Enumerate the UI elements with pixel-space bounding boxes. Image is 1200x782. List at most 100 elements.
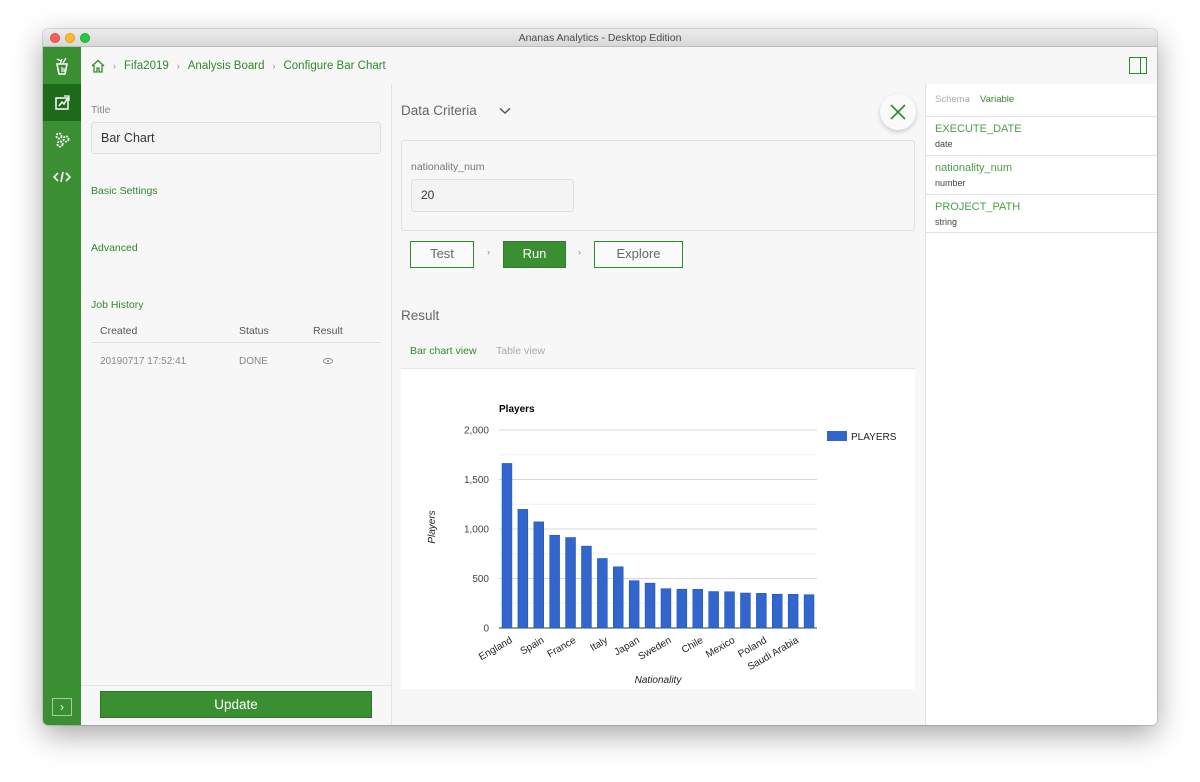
list-item[interactable]: EXECUTE_DATE date	[926, 116, 1157, 155]
bar	[772, 593, 783, 629]
update-button[interactable]: Update	[100, 691, 372, 718]
bar	[660, 588, 672, 629]
x-tick-label: Italy	[588, 635, 609, 654]
rail-item-code[interactable]	[43, 158, 81, 195]
variable-type: number	[935, 178, 966, 188]
y-tick-label: 1,000	[464, 525, 489, 536]
tab-variable[interactable]: Variable	[980, 94, 1014, 105]
y-tick-label: 1,500	[464, 475, 489, 486]
expand-rail-button[interactable]: ›	[52, 698, 72, 716]
breadcrumb-separator: ›	[113, 60, 116, 71]
variable-name: nationality_num	[935, 162, 1013, 174]
x-tick-label: Spain	[519, 635, 547, 657]
tab-bar-chart-view[interactable]: Bar chart view	[410, 345, 477, 357]
analysis-board-icon	[55, 94, 70, 110]
config-panel: Title Bar Chart Basic Settings Advanced …	[81, 84, 392, 725]
variable-type: date	[935, 139, 953, 149]
breadcrumb-current-page: Configure Bar Chart	[283, 59, 386, 72]
x-tick-label: Mexico	[704, 635, 737, 661]
bar	[597, 558, 608, 629]
y-tick-label: 500	[472, 574, 489, 585]
app-logo-icon	[56, 57, 68, 75]
variable-name: PROJECT_PATH	[935, 201, 1021, 213]
bar	[581, 545, 592, 629]
home-icon[interactable]	[91, 59, 105, 73]
app-window: Ananas Analytics - Desktop Edition › › F…	[43, 29, 1157, 725]
rail-item-home[interactable]	[43, 47, 81, 84]
x-tick-label: Sweden	[637, 635, 674, 663]
job-history-heading: Job History	[91, 299, 144, 311]
chart-title: Players	[499, 404, 535, 415]
settings-gears-icon	[55, 132, 70, 147]
y-tick-label: 2,000	[464, 426, 489, 437]
window-close-button[interactable]	[50, 33, 60, 43]
job-history-header: Created Status Result	[91, 319, 381, 343]
criteria-field-label: nationality_num	[411, 161, 485, 173]
x-tick-label: France	[546, 635, 579, 660]
toggle-side-panel-icon[interactable]	[1129, 57, 1147, 74]
variable-type: string	[935, 217, 958, 227]
window-minimize-button[interactable]	[65, 33, 75, 43]
window-title: Ananas Analytics - Desktop Edition	[518, 32, 682, 44]
job-status: DONE	[239, 356, 268, 367]
x-tick-label: Chile	[680, 635, 706, 656]
close-button[interactable]	[880, 94, 916, 130]
list-item[interactable]: PROJECT_PATH string	[926, 194, 1157, 233]
bar	[613, 566, 624, 629]
tab-table-view[interactable]: Table view	[496, 345, 545, 357]
run-button[interactable]: Run	[503, 241, 566, 268]
bar	[517, 509, 529, 629]
y-tick-label: 0	[483, 624, 489, 635]
bar	[549, 534, 560, 629]
bar-chart: Players 0 500 1,000 1,500 2,000 England Spain…	[427, 404, 897, 686]
column-status: Status	[239, 324, 269, 337]
column-created: Created	[100, 324, 138, 337]
test-button[interactable]: Test	[410, 241, 474, 268]
breadcrumb-separator: ›	[176, 60, 180, 71]
basic-settings-link[interactable]: Basic Settings	[91, 185, 158, 197]
list-item[interactable]: nationality_num number	[926, 155, 1157, 194]
nav-rail: ›	[43, 47, 81, 725]
chevron-down-icon[interactable]	[499, 107, 511, 115]
breadcrumb-separator: ›	[272, 60, 276, 71]
y-axis-label: Players	[427, 510, 438, 543]
bar	[501, 463, 513, 629]
legend-label: PLAYERS	[851, 432, 897, 443]
table-row: 20190717 17:52:41 DONE	[91, 343, 381, 380]
explore-button[interactable]: Explore	[594, 241, 683, 268]
title-label: Title	[91, 104, 111, 116]
eye-icon[interactable]	[323, 358, 333, 364]
code-icon	[53, 171, 71, 182]
bar	[644, 582, 656, 629]
step-separator: ›	[578, 247, 581, 257]
nationality-num-input[interactable]: 20	[411, 179, 574, 212]
data-criteria-title[interactable]: Data Criteria	[401, 103, 477, 118]
rail-item-analysis-board[interactable]	[43, 84, 81, 121]
bar	[628, 580, 640, 629]
chart-container: Players 0 500 1,000 1,500 2,000 England Spain…	[401, 368, 915, 689]
main-panel: Data Criteria nationality_num 20 Test › …	[393, 84, 925, 725]
result-title: Result	[401, 308, 440, 323]
bar	[724, 591, 735, 629]
variable-name: EXECUTE_DATE	[935, 123, 1022, 135]
rail-item-settings[interactable]	[43, 121, 81, 158]
tab-schema[interactable]: Schema	[935, 94, 970, 105]
breadcrumb-analysis-board[interactable]: Analysis Board	[188, 60, 265, 72]
breadcrumb-project[interactable]: Fifa2019	[124, 60, 169, 72]
bar	[692, 588, 703, 629]
job-history-table: Created Status Result 20190717 17:52:41 …	[91, 319, 381, 380]
advanced-link[interactable]: Advanced	[91, 242, 138, 254]
bar	[756, 593, 767, 629]
x-tick-label: England	[477, 635, 514, 663]
bar	[740, 592, 751, 629]
bar	[787, 594, 799, 629]
variables-panel: Schema Variable EXECUTE_DATE date nation…	[925, 84, 1157, 725]
window-maximize-button[interactable]	[80, 33, 90, 43]
title-bar: Ananas Analytics - Desktop Edition	[43, 29, 1157, 47]
x-axis-label: Nationality	[635, 675, 683, 686]
breadcrumb: › Fifa2019 › Analysis Board › Configure …	[81, 47, 1157, 84]
bar	[676, 588, 688, 629]
title-input[interactable]: Bar Chart	[91, 122, 381, 154]
bar	[803, 594, 815, 629]
bar	[533, 521, 544, 629]
